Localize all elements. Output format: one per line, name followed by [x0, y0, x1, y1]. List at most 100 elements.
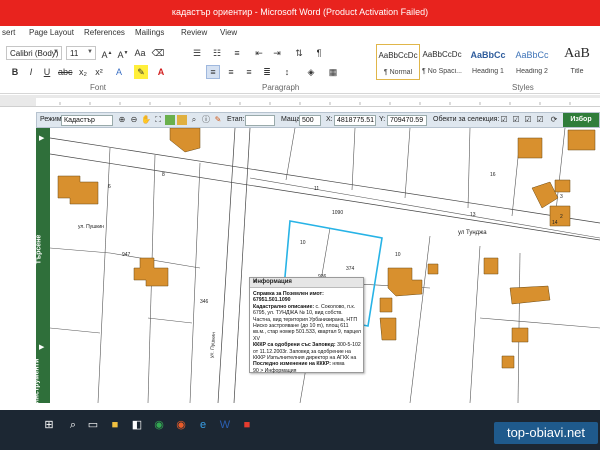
- tab-mailings[interactable]: Mailings: [135, 28, 164, 37]
- popup-body: Справка за Поземлен имот: 67951.501.1090…: [253, 291, 361, 374]
- windows-start-icon[interactable]: ⊞: [42, 418, 56, 432]
- bullets-icon[interactable]: ☰: [190, 46, 204, 60]
- font-size-select[interactable]: 11 ▼: [66, 46, 96, 60]
- task-view-icon[interactable]: ▭: [86, 418, 100, 432]
- justify-icon[interactable]: ≣: [260, 65, 274, 79]
- italic-icon[interactable]: I: [24, 65, 38, 79]
- checkbox-icon[interactable]: ☑: [535, 115, 545, 125]
- shading-icon[interactable]: ◈: [304, 65, 318, 79]
- edge-icon[interactable]: e: [196, 418, 210, 432]
- popup-heading: Справка за Поземлен имот: 67951.501.1090: [253, 291, 324, 304]
- file-explorer-icon[interactable]: ■: [108, 418, 122, 432]
- sort-icon[interactable]: ⇅: [292, 46, 306, 60]
- map-label: 2: [560, 214, 563, 220]
- map-label: 14: [552, 220, 558, 226]
- cadastral-description-label: Кадастрално описание:: [253, 303, 315, 310]
- map-toolbar: Режим: Кадастър ⊕ ⊖ ✋ ⛶ ⌕ ⓘ ✎ Етап: Маща…: [36, 112, 600, 128]
- tools-panel-tab[interactable]: Инструменти: [33, 359, 40, 405]
- font-color-icon[interactable]: A: [154, 65, 168, 79]
- ruler[interactable]: [0, 95, 600, 107]
- style-title[interactable]: AaB Title: [555, 44, 599, 80]
- multilevel-list-icon[interactable]: ≡: [230, 46, 244, 60]
- tab-review[interactable]: Review: [181, 28, 207, 37]
- search-icon[interactable]: ⌕: [189, 115, 199, 125]
- style-sample: AaBbCcDc: [422, 50, 462, 59]
- tab-insert[interactable]: sert: [2, 28, 15, 37]
- approval-order-label: КККР са одобрени със Заповед:: [253, 342, 336, 349]
- align-right-icon[interactable]: ≡: [242, 65, 256, 79]
- choose-button[interactable]: Избор: [563, 113, 599, 127]
- align-left-icon[interactable]: ≡: [206, 65, 220, 79]
- expand-arrow-icon[interactable]: ▶: [39, 343, 44, 351]
- search-icon[interactable]: ⌕: [66, 418, 80, 432]
- show-marks-icon[interactable]: ¶: [312, 46, 326, 60]
- tab-references[interactable]: References: [84, 28, 125, 37]
- checkbox-icon[interactable]: ☑: [511, 115, 521, 125]
- text-effects-icon[interactable]: A: [112, 65, 126, 79]
- chrome-icon[interactable]: ◉: [152, 418, 166, 432]
- font-name-select[interactable]: Calibri (Body) ▼: [6, 46, 62, 60]
- tab-page-layout[interactable]: Page Layout: [29, 28, 74, 37]
- pan-hand-icon[interactable]: ✋: [141, 115, 151, 125]
- style-sample: AaB: [564, 46, 590, 61]
- expand-arrow-icon[interactable]: ▶: [39, 134, 44, 142]
- change-case-icon[interactable]: Aa: [133, 46, 147, 60]
- strikethrough-icon[interactable]: abc: [58, 65, 73, 79]
- checkbox-icon[interactable]: ☑: [523, 115, 533, 125]
- measure-icon[interactable]: ✎: [213, 115, 223, 125]
- style-sample: AaBbCcDc: [378, 51, 418, 60]
- zoom-out-icon[interactable]: ⊖: [129, 115, 139, 125]
- refresh-icon[interactable]: ⟳: [549, 115, 559, 125]
- layer-icon[interactable]: [165, 115, 175, 125]
- map-label: 947: [122, 252, 131, 258]
- zoom-extent-icon[interactable]: ⛶: [153, 115, 163, 125]
- highlight-icon[interactable]: ✎: [134, 65, 148, 79]
- bold-icon[interactable]: B: [8, 65, 22, 79]
- style-no-spacing[interactable]: AaBbCcDc ¶ No Spaci...: [420, 44, 464, 80]
- scale-input[interactable]: 500: [299, 115, 321, 126]
- style-heading-2[interactable]: AaBbCc Heading 2: [510, 44, 554, 80]
- store-icon[interactable]: ◧: [130, 418, 144, 432]
- pdf-icon[interactable]: ■: [240, 418, 254, 432]
- map-label: 16: [490, 172, 496, 178]
- print-icon[interactable]: [177, 115, 187, 125]
- borders-icon[interactable]: ▦: [326, 65, 340, 79]
- road-edge: [50, 137, 600, 224]
- zoom-in-icon[interactable]: ⊕: [117, 115, 127, 125]
- x-label: X:: [326, 116, 333, 123]
- superscript-icon[interactable]: x²: [92, 65, 106, 79]
- line-spacing-icon[interactable]: ↕: [280, 65, 294, 79]
- style-normal[interactable]: AaBbCcDc ¶ Normal: [376, 44, 420, 80]
- style-sample: AaBbCc: [470, 50, 506, 60]
- grow-font-icon[interactable]: A▲: [100, 46, 114, 60]
- map-label: 1090: [332, 210, 343, 216]
- info-icon[interactable]: ⓘ: [201, 115, 211, 125]
- popup-header: Информация ×: [250, 278, 363, 288]
- decrease-indent-icon[interactable]: ⇤: [252, 46, 266, 60]
- clear-format-icon[interactable]: ⌫: [151, 46, 165, 60]
- screenshot-root: { "window": { "title": "кадастър ориенти…: [0, 0, 600, 450]
- tab-view[interactable]: View: [220, 28, 237, 37]
- map-label: 11: [314, 186, 319, 192]
- word-icon[interactable]: W: [218, 418, 232, 432]
- subscript-icon[interactable]: x₂: [76, 65, 90, 79]
- checkbox-icon[interactable]: ☑: [499, 115, 509, 125]
- y-coordinate-input[interactable]: 709470.59: [387, 115, 427, 126]
- last-change-label: Последно изменение на КККР:: [253, 361, 331, 368]
- stage-select[interactable]: [245, 115, 275, 126]
- style-heading-1[interactable]: AaBbCc Heading 1: [466, 44, 510, 80]
- align-center-icon[interactable]: ≡: [224, 65, 238, 79]
- search-panel-tab[interactable]: Търсене: [35, 235, 42, 265]
- close-icon[interactable]: ×: [253, 279, 361, 285]
- road-name: ул Тунджа: [458, 230, 487, 236]
- underline-icon[interactable]: U: [40, 65, 54, 79]
- mode-select[interactable]: Кадастър: [61, 115, 113, 126]
- shrink-font-icon[interactable]: A▼: [116, 46, 130, 60]
- style-name: Title: [570, 68, 584, 75]
- numbering-icon[interactable]: ☷: [210, 46, 224, 60]
- browser-icon[interactable]: ◉: [174, 418, 188, 432]
- font-group-label: Font: [90, 83, 107, 92]
- x-coordinate-input[interactable]: 4818775.51: [334, 115, 376, 126]
- increase-indent-icon[interactable]: ⇥: [270, 46, 284, 60]
- mode-label: Режим:: [40, 116, 64, 123]
